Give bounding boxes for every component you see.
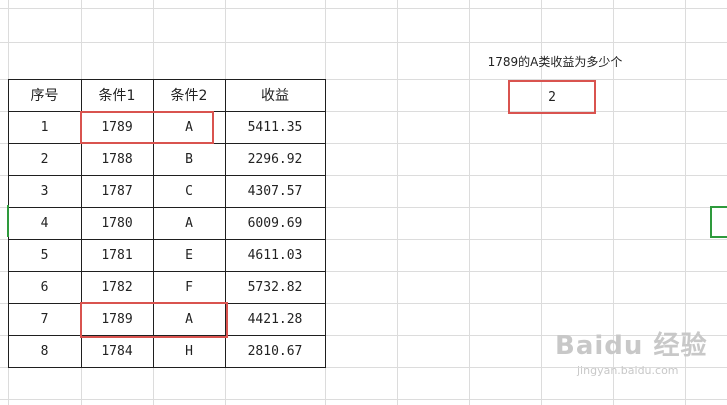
selection-marker-right-edge bbox=[710, 206, 712, 238]
cell-cond1[interactable]: 1789 bbox=[81, 303, 153, 335]
cell-cond1[interactable]: 1781 bbox=[81, 239, 153, 271]
cell-income[interactable]: 4611.03 bbox=[225, 239, 325, 271]
cell-cond1[interactable]: 1784 bbox=[81, 335, 153, 367]
cell-income[interactable]: 2296.92 bbox=[225, 143, 325, 175]
cell-cond2[interactable]: C bbox=[153, 175, 225, 207]
cell-seq[interactable]: 7 bbox=[8, 303, 81, 335]
cell-cond2[interactable]: A bbox=[153, 303, 225, 335]
cell-seq[interactable]: 4 bbox=[8, 207, 81, 239]
cell-income[interactable]: 2810.67 bbox=[225, 335, 325, 367]
header-seq[interactable]: 序号 bbox=[8, 79, 81, 111]
cell-cond2[interactable]: A bbox=[153, 207, 225, 239]
cell-cond1[interactable]: 1789 bbox=[81, 111, 153, 143]
selection-marker-left bbox=[7, 205, 9, 237]
cell-cond1[interactable]: 1788 bbox=[81, 143, 153, 175]
header-cond1[interactable]: 条件1 bbox=[81, 79, 153, 111]
cell-seq[interactable]: 5 bbox=[8, 239, 81, 271]
cell-cond1[interactable]: 1780 bbox=[81, 207, 153, 239]
cell-income[interactable]: 6009.69 bbox=[225, 207, 325, 239]
cell-cond2[interactable]: B bbox=[153, 143, 225, 175]
cell-income[interactable]: 5411.35 bbox=[225, 111, 325, 143]
cell-seq[interactable]: 3 bbox=[8, 175, 81, 207]
cell-seq[interactable]: 6 bbox=[8, 271, 81, 303]
cell-seq[interactable]: 8 bbox=[8, 335, 81, 367]
cell-income[interactable]: 5732.82 bbox=[225, 271, 325, 303]
selection-marker-right-bottom bbox=[710, 236, 727, 238]
cell-cond2[interactable]: E bbox=[153, 239, 225, 271]
header-income[interactable]: 收益 bbox=[225, 79, 325, 111]
cell-income[interactable]: 4307.57 bbox=[225, 175, 325, 207]
cell-cond1[interactable]: 1787 bbox=[81, 175, 153, 207]
cell-cond1[interactable]: 1782 bbox=[81, 271, 153, 303]
answer-cell[interactable]: 2 bbox=[508, 80, 596, 114]
question-cell[interactable]: 1789的A类收益为多少个 bbox=[455, 50, 655, 72]
cell-cond2[interactable]: H bbox=[153, 335, 225, 367]
cell-seq[interactable]: 1 bbox=[8, 111, 81, 143]
cell-cond2[interactable]: A bbox=[153, 111, 225, 143]
selection-marker-right bbox=[710, 206, 727, 208]
cell-seq[interactable]: 2 bbox=[8, 143, 81, 175]
cell-cond2[interactable]: F bbox=[153, 271, 225, 303]
cell-income[interactable]: 4421.28 bbox=[225, 303, 325, 335]
header-cond2[interactable]: 条件2 bbox=[153, 79, 225, 111]
